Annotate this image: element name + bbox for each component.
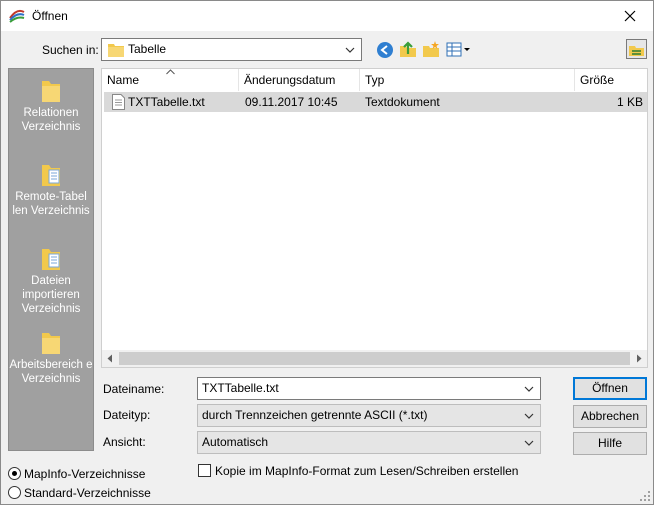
cancel-button[interactable]: Abbrechen [573, 405, 647, 428]
places-bar: Relationen Verzeichnis Remote-Tabel len … [8, 68, 94, 451]
folder-icon [42, 333, 60, 354]
folder-icon [42, 81, 60, 102]
radio-standard-label: Standard-Verzeichnisse [24, 486, 151, 500]
window-title: Öffnen [32, 9, 68, 23]
column-label: Änderungsdatum [244, 73, 336, 87]
filename-value: TXTTabelle.txt [202, 381, 279, 395]
filetype-value: durch Trennzeichen getrennte ASCII (*.tx… [202, 408, 428, 422]
text-file-icon [112, 94, 125, 110]
copy-mapinfo-checkbox[interactable] [198, 464, 211, 477]
view-select[interactable]: Automatisch [197, 431, 541, 454]
chevron-down-icon [345, 47, 355, 53]
file-date: 09.11.2017 10:45 [245, 95, 338, 109]
lookin-label: Suchen in: [42, 43, 99, 57]
scroll-thumb[interactable] [119, 352, 630, 365]
lookin-value: Tabelle [128, 42, 167, 56]
place-label: Relationen Verzeichnis [21, 107, 81, 133]
file-type: Textdokument [365, 95, 440, 109]
help-button[interactable]: Hilfe [573, 432, 647, 455]
column-header-type[interactable]: Typ [360, 69, 574, 91]
place-arbeitsbereiche[interactable]: Arbeitsbereich e Verzeichnis [9, 329, 93, 386]
column-label: Typ [365, 73, 385, 87]
horizontal-scrollbar[interactable] [102, 350, 647, 367]
view-label: Ansicht: [103, 435, 146, 449]
chevron-down-icon [524, 440, 534, 446]
back-icon[interactable] [376, 41, 394, 59]
column-header-date[interactable]: Änderungsdatum [239, 69, 359, 91]
view-value: Automatisch [202, 435, 269, 449]
place-label: Arbeitsbereich e Verzeichnis [9, 359, 93, 385]
open-table-icon[interactable] [626, 39, 647, 59]
copy-mapinfo-label: Kopie im MapInfo-Format zum Lesen/Schrei… [215, 464, 519, 478]
chevron-down-icon[interactable] [524, 384, 534, 394]
place-label: Dateien importieren Verzeichnis [21, 275, 81, 315]
column-label: Name [107, 73, 140, 87]
new-folder-icon[interactable] [422, 40, 440, 58]
place-dateien-importieren[interactable]: Dateien importieren Verzeichnis [9, 245, 93, 316]
close-button[interactable] [607, 1, 653, 31]
place-relationen[interactable]: Relationen Verzeichnis [9, 77, 93, 134]
radio-standard-dirs[interactable] [8, 486, 21, 499]
radio-mapinfo-label: MapInfo-Verzeichnisse [24, 467, 146, 481]
up-folder-icon[interactable] [399, 40, 417, 58]
mapinfo-app-icon [9, 9, 25, 23]
scroll-right-icon[interactable] [635, 354, 643, 363]
radio-mapinfo-dirs[interactable] [8, 467, 21, 480]
filetype-select[interactable]: durch Trennzeichen getrennte ASCII (*.tx… [197, 404, 541, 427]
document-folder-icon [42, 249, 60, 270]
column-header-size[interactable]: Größe [575, 69, 647, 91]
view-menu-icon[interactable] [446, 41, 472, 59]
folder-icon [108, 44, 124, 57]
title-bar: Öffnen [1, 1, 653, 31]
file-size: 1 KB [616, 95, 643, 109]
open-dialog: Öffnen Suchen in: Tabelle Relationen Ver… [0, 0, 654, 505]
open-button[interactable]: Öffnen [573, 377, 647, 400]
chevron-down-icon [524, 413, 534, 419]
file-list[interactable]: Name Änderungsdatum Typ Größe TXTTabelle… [101, 68, 648, 368]
place-remote-tabellen[interactable]: Remote-Tabel len Verzeichnis [9, 161, 93, 218]
filetype-label: Dateityp: [103, 408, 151, 422]
place-label: Remote-Tabel len Verzeichnis [12, 191, 90, 217]
document-folder-icon [42, 165, 60, 186]
filename-label: Dateiname: [103, 382, 165, 396]
close-icon [624, 10, 636, 22]
column-header-name[interactable]: Name [102, 69, 237, 91]
lookin-combo[interactable]: Tabelle [101, 38, 362, 61]
column-label: Größe [580, 73, 615, 87]
scroll-left-icon[interactable] [106, 354, 114, 363]
file-row[interactable]: TXTTabelle.txt 09.11.2017 10:45 Textdoku… [104, 92, 647, 112]
file-name: TXTTabelle.txt [128, 95, 205, 109]
filename-input[interactable]: TXTTabelle.txt [197, 377, 541, 400]
resize-grip-icon[interactable] [640, 491, 650, 501]
